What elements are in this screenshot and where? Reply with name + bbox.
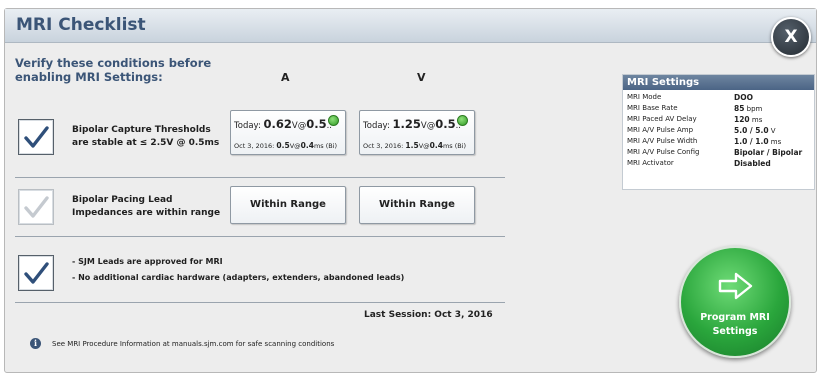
row-divider	[15, 236, 505, 237]
impedance-checkbox[interactable]	[18, 189, 54, 225]
leads-condition-1: - SJM Leads are approved for MRI	[72, 257, 223, 266]
dialog-title: MRI Checklist	[16, 15, 146, 35]
arrow-right-icon	[718, 272, 753, 300]
impedance-label: Bipolar Pacing Lead Impedances are withi…	[72, 195, 221, 218]
info-icon: i	[30, 338, 41, 349]
mri-settings-title: MRI Settings	[623, 75, 814, 90]
atrial-today-threshold: Today: 0.62V@0.5..	[234, 117, 333, 131]
capture-threshold-label: Bipolar Capture Thresholds are stable at…	[72, 125, 220, 148]
row-divider	[15, 177, 505, 178]
ventricular-previous-threshold: Oct 3, 2016: 1.5V@0.4ms (Bi)	[363, 141, 467, 150]
ventricular-today-threshold: Today: 1.25V@0.5..	[363, 117, 462, 131]
setting-row: MRI A/V Pulse Amp 5.0 / 5.0 V	[627, 126, 776, 135]
setting-row: MRI Paced AV Delay 120 ms	[627, 115, 763, 124]
last-session-date: Last Session: Oct 3, 2016	[364, 310, 493, 320]
verify-instructions: Verify these conditions before enabling …	[15, 56, 212, 84]
setting-row: MRI Activator Disabled	[627, 159, 771, 168]
status-ok-icon	[328, 115, 339, 126]
leads-approved-checkbox[interactable]	[18, 255, 54, 291]
status-ok-icon	[457, 115, 468, 126]
close-icon: X	[784, 27, 798, 47]
leads-condition-2: - No additional cardiac hardware (adapte…	[72, 273, 405, 282]
program-mri-settings-label: Program MRI Settings	[700, 312, 770, 337]
atrial-previous-threshold: Oct 3, 2016: 0.5V@0.4ms (Bi)	[234, 141, 338, 150]
program-mri-settings-button[interactable]: Program MRI Settings	[679, 246, 791, 358]
info-text: See MRI Procedure Information at manuals…	[52, 340, 335, 348]
checkmark-icon	[24, 196, 49, 218]
checkmark-icon	[24, 262, 49, 284]
column-header-a: A	[281, 71, 290, 84]
row-divider	[15, 302, 505, 303]
leads-conditions: - SJM Leads are approved for MRI - No ad…	[72, 254, 404, 286]
setting-row: MRI A/V Pulse Width 1.0 / 1.0 ms	[627, 137, 782, 146]
setting-row: MRI Base Rate 85 bpm	[627, 104, 763, 113]
atrial-threshold-button[interactable]: Today: 0.62V@0.5.. Oct 3, 2016: 0.5V@0.4…	[230, 110, 346, 155]
title-bar: MRI Checklist	[5, 9, 816, 43]
ventricular-impedance-button[interactable]: Within Range	[359, 186, 475, 224]
column-header-v: V	[417, 71, 426, 84]
close-button[interactable]: X	[771, 17, 811, 57]
setting-row: MRI A/V Pulse Config Bipolar / Bipolar	[627, 148, 803, 157]
checkmark-icon	[24, 126, 49, 148]
capture-threshold-checkbox[interactable]	[18, 119, 54, 155]
setting-row: MRI Mode DOO	[627, 93, 753, 102]
atrial-impedance-button[interactable]: Within Range	[230, 186, 346, 224]
ventricular-threshold-button[interactable]: Today: 1.25V@0.5.. Oct 3, 2016: 1.5V@0.4…	[359, 110, 475, 155]
mri-settings-panel: MRI Settings MRI Mode DOO MRI Base Rate …	[622, 74, 815, 190]
